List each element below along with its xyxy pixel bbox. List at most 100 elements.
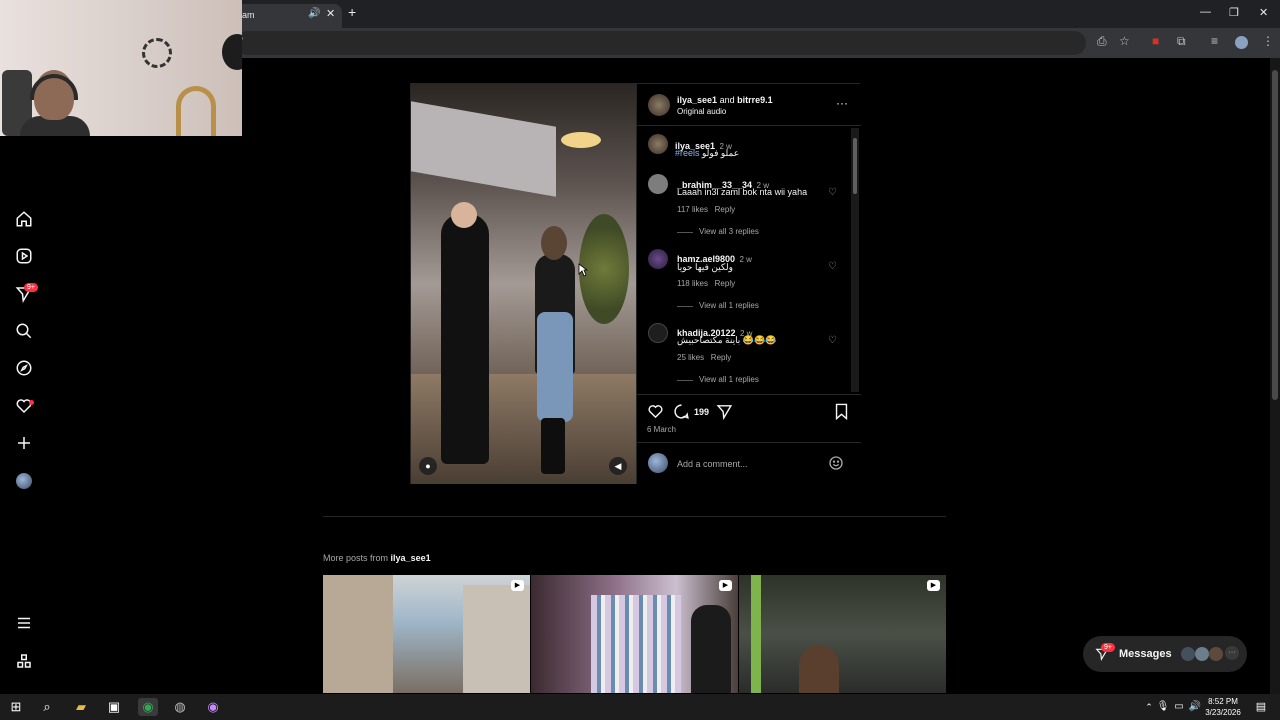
more-post-thumbnail[interactable]: ▶ [323, 575, 530, 693]
view-replies[interactable]: View all 1 replies [699, 301, 759, 310]
comments-scroll-thumb[interactable] [853, 138, 857, 194]
bookmark-star-icon[interactable]: ☆ [1119, 34, 1130, 48]
extensions-icon[interactable]: ⧉ [1177, 34, 1186, 49]
caption-hashtag[interactable]: #reels [675, 148, 700, 158]
comment-time: 2 w [739, 255, 752, 264]
audio-icon[interactable]: ◀ [609, 457, 627, 475]
comment-text: باينة مكتصاحبيش 😂😂😂 [677, 335, 777, 345]
caption-avatar[interactable] [648, 134, 668, 154]
more-posts-user[interactable]: ilya_see1 [391, 553, 431, 563]
reel-video[interactable]: ● ◀ [411, 84, 636, 484]
browser-tab[interactable]: am 🔊 ✕ [236, 4, 342, 28]
comment-count: 199 [694, 407, 710, 417]
obs-icon[interactable]: ◍ [171, 698, 189, 716]
search-icon[interactable] [14, 322, 34, 342]
emoji-icon[interactable] [828, 455, 844, 476]
like-comment-heart-icon[interactable]: ♡ [828, 335, 837, 346]
like-comment-heart-icon[interactable]: ♡ [828, 261, 837, 272]
windows-start-icon[interactable]: ⊞ [7, 698, 25, 716]
extension-badge-icon[interactable]: ■ [1152, 34, 1159, 48]
more-options-icon[interactable]: ··· [836, 96, 848, 110]
comment-avatar[interactable] [648, 323, 668, 343]
profile-avatar[interactable] [16, 473, 32, 489]
comment-avatar[interactable] [648, 249, 668, 269]
reels-icon[interactable] [14, 247, 34, 267]
speaker-icon[interactable]: 🔊 [308, 8, 320, 19]
comment-text: ولكين فيها حويا [677, 262, 733, 272]
video-person-2-head [541, 226, 567, 260]
close-window-icon[interactable]: ✕ [1259, 6, 1268, 19]
more-posts-prefix: More posts from [323, 553, 389, 563]
comment-avatar[interactable] [648, 174, 668, 194]
webcam-overlay [0, 0, 242, 136]
audio-label[interactable]: Original audio [677, 107, 726, 116]
plus-icon[interactable] [14, 434, 34, 454]
chrome-icon[interactable]: ◉ [138, 698, 158, 716]
messages-badge: 9+ [1101, 643, 1115, 652]
hamburger-icon[interactable] [14, 614, 34, 634]
new-tab-icon[interactable]: + [348, 4, 356, 20]
like-comment-heart-icon[interactable]: ♡ [828, 187, 837, 198]
comment-meta: 25 likes Reply [677, 353, 731, 362]
author-avatar[interactable] [648, 94, 670, 116]
close-tab-icon[interactable]: ✕ [326, 7, 335, 20]
media-controls-icon[interactable]: ≡ [1211, 34, 1218, 48]
more-post-thumbnail[interactable]: ▶ [531, 575, 738, 693]
view-replies[interactable]: View all 3 replies [699, 227, 759, 236]
like-heart-icon[interactable] [647, 403, 664, 425]
tab-title: am [242, 10, 255, 20]
comment-reply[interactable]: Reply [711, 353, 731, 362]
install-icon[interactable]: ⎙ [1097, 34, 1107, 49]
comment-reply[interactable]: Reply [715, 279, 735, 288]
address-bar[interactable]: / [236, 31, 1086, 55]
notification-center-icon[interactable]: ▤ [1252, 698, 1270, 716]
post-date: 6 March [647, 425, 676, 434]
comment-likes[interactable]: 25 likes [677, 353, 704, 362]
file-explorer-icon[interactable]: ▰ [72, 698, 90, 716]
app-icon[interactable]: ◉ [204, 698, 222, 716]
tagged-user-icon[interactable]: ● [419, 457, 437, 475]
home-icon[interactable] [14, 210, 34, 230]
kebab-menu-icon[interactable]: ⋮ [1262, 34, 1274, 48]
view-replies-line [677, 232, 693, 233]
comment-likes[interactable]: 117 likes [677, 205, 708, 214]
section-divider [323, 516, 946, 517]
caption-text: عملو فولو [702, 148, 740, 158]
minimize-icon[interactable]: — [1200, 6, 1211, 18]
add-comment-input[interactable]: Add a comment... [677, 459, 748, 469]
messages-button[interactable]: 9+ Messages ··· [1083, 636, 1247, 672]
bookmark-icon[interactable] [834, 403, 849, 425]
messages-label: Messages [1119, 648, 1172, 660]
message-avatar [1195, 647, 1209, 661]
clock-date: 3/23/2026 [1205, 708, 1241, 717]
comment-bubble-icon[interactable] [673, 403, 690, 425]
author-username[interactable]: ilya_see1 [677, 95, 717, 105]
thumb-building [463, 585, 530, 693]
apps-icon[interactable] [14, 652, 34, 672]
profile-avatar-icon[interactable] [1235, 36, 1248, 49]
taskbar-clock[interactable]: 8:52 PM 3/23/2026 [1198, 696, 1248, 718]
reel-icon: ▶ [511, 580, 524, 591]
more-post-thumbnail[interactable]: ▶ [739, 575, 946, 693]
message-avatar [1181, 647, 1195, 661]
store-icon[interactable]: ▣ [105, 698, 123, 716]
restore-icon[interactable]: ❐ [1229, 6, 1239, 19]
comment-likes[interactable]: 118 likes [677, 279, 708, 288]
post-authors: ilya_see1 and bitrre9.1 [677, 95, 773, 105]
post-modal: ● ◀ ilya_see1 and bitrre9.1 Original aud… [410, 83, 861, 484]
webcam-headset [30, 74, 78, 100]
more-dots-icon: ··· [1225, 646, 1239, 660]
coauthor-username[interactable]: bitrre9.1 [737, 95, 773, 105]
compass-icon[interactable] [14, 359, 34, 379]
page-scroll-thumb[interactable] [1272, 70, 1278, 400]
mouse-cursor [578, 263, 589, 282]
webcam-wall-mirror [142, 38, 172, 68]
comment-reply[interactable]: Reply [715, 205, 735, 214]
reel-icon: ▶ [927, 580, 940, 591]
and-text: and [719, 95, 735, 105]
share-icon[interactable] [716, 403, 733, 425]
windows-taskbar: ⊞ ⌕ ▰ ▣ ◉ ◍ ◉ ⌃ 🎙 ▭ 🔊 8:52 PM 3/23/2026 … [0, 694, 1280, 720]
taskbar-search-icon[interactable]: ⌕ [38, 698, 56, 716]
current-user-avatar [648, 453, 668, 473]
view-replies[interactable]: View all 1 replies [699, 375, 759, 384]
